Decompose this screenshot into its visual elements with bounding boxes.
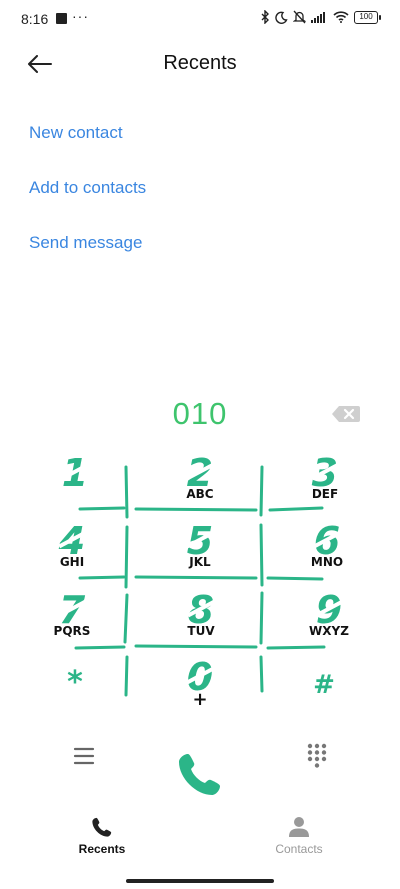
key-star[interactable]: * — [20, 653, 130, 717]
key-7[interactable]: 7 PQRS — [17, 586, 127, 650]
page-title: Recents — [0, 52, 400, 75]
nav-tab-recents[interactable]: Recents — [32, 816, 172, 856]
send-message-link[interactable]: Send message — [29, 233, 142, 253]
battery-level: 100 — [359, 11, 373, 21]
nav-tab-label: Recents — [78, 842, 126, 856]
key-digit: * — [67, 665, 83, 700]
key-letters: PQRS — [53, 624, 91, 638]
silent-bell-icon — [293, 10, 306, 24]
key-letters: ABC — [186, 487, 214, 501]
key-letters: DEF — [311, 487, 339, 501]
status-time: 8:16 — [21, 11, 49, 27]
key-9[interactable]: 9 WXYZ — [274, 586, 384, 650]
key-2[interactable]: 2 ABC — [145, 449, 255, 513]
key-hash[interactable]: # — [269, 653, 379, 717]
nav-tab-contacts[interactable]: Contacts — [229, 816, 369, 856]
key-letters: MNO — [310, 555, 344, 569]
nav-tab-label: Contacts — [275, 842, 323, 856]
notification-square-icon — [56, 13, 67, 24]
home-indicator[interactable] — [126, 879, 274, 883]
key-0[interactable]: 0 + — [145, 653, 255, 717]
phone-icon — [92, 817, 112, 837]
battery-icon: 100 — [354, 10, 381, 24]
key-letters: GHI — [59, 555, 85, 569]
key-3[interactable]: 3 DEF — [270, 449, 380, 513]
backspace-button[interactable] — [331, 404, 361, 424]
wifi-icon — [333, 11, 349, 23]
status-icons: 100 — [260, 10, 381, 24]
key-4[interactable]: 4 GHI — [17, 517, 127, 581]
more-notifications-icon: ··· — [72, 8, 89, 24]
signal-icon — [311, 12, 325, 23]
menu-button[interactable] — [72, 745, 96, 767]
add-to-contacts-link[interactable]: Add to contacts — [29, 178, 146, 198]
do-not-disturb-moon-icon — [275, 11, 288, 24]
backspace-icon — [332, 406, 360, 422]
key-letters: TUV — [187, 624, 215, 638]
bluetooth-icon — [261, 10, 269, 24]
key-letters: JKL — [189, 555, 211, 569]
page-title-text: Recents — [163, 52, 237, 74]
key-8[interactable]: 8 TUV — [146, 586, 256, 650]
dialpad-toggle-button[interactable] — [306, 743, 328, 769]
key-digit: 1 — [20, 453, 130, 493]
person-icon — [289, 817, 309, 837]
new-contact-link[interactable]: New contact — [29, 123, 123, 143]
key-digit: # — [313, 670, 335, 700]
key-1[interactable]: 1 — [20, 449, 130, 513]
hamburger-menu-icon — [73, 747, 95, 765]
call-button[interactable] — [176, 750, 224, 798]
key-5[interactable]: 5 JKL — [145, 517, 255, 581]
status-bar: 8:16 ··· 100 — [0, 0, 400, 38]
key-letters: WXYZ — [309, 624, 349, 638]
key-6[interactable]: 6 MNO — [272, 517, 382, 581]
key-letters: + — [192, 689, 208, 710]
dialpad-icon — [307, 743, 327, 768]
phone-icon — [179, 754, 220, 795]
keypad: 1 2 ABC 3 DEF 4 GHI 5 JKL 6 MNO 7 PQRS 8… — [0, 445, 400, 715]
